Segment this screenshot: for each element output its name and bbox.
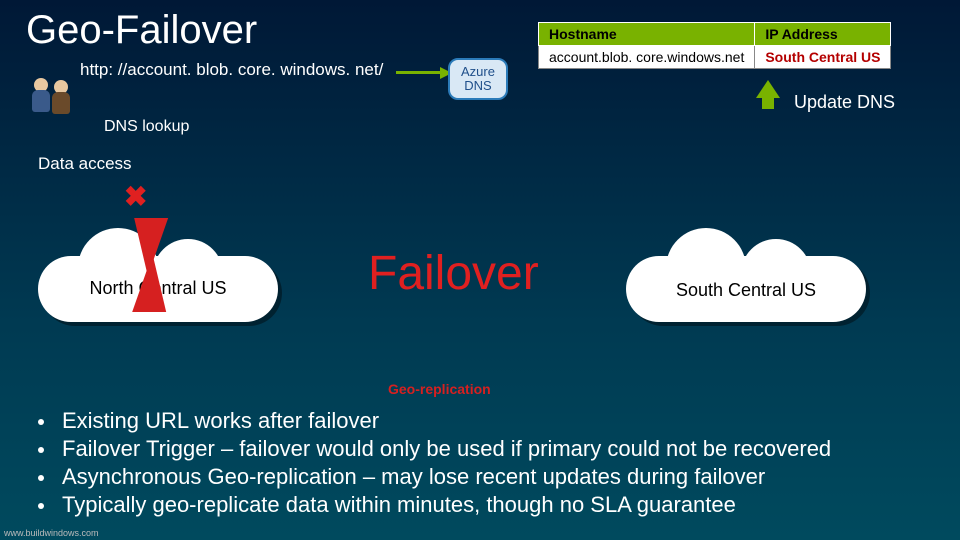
cloud-south: South Central US — [626, 228, 866, 328]
footer-url: www.buildwindows.com — [4, 528, 99, 538]
list-item: Typically geo-replicate data within minu… — [32, 492, 952, 518]
dns-lookup-label: DNS lookup — [104, 118, 189, 136]
arrow-url-to-dns — [396, 71, 442, 74]
geo-replication-label: Geo-replication — [388, 381, 491, 397]
update-arrow-icon — [756, 80, 780, 98]
ip-header: IP Address — [755, 23, 891, 46]
bullet-list: Existing URL works after failover Failov… — [32, 408, 952, 520]
azure-dns-box: Azure DNS — [448, 58, 508, 100]
cloud-south-label: South Central US — [626, 280, 866, 301]
update-dns-label: Update DNS — [794, 92, 895, 113]
failure-x-icon: ✖ — [124, 180, 147, 213]
lightning-bolt-icon — [122, 218, 168, 276]
slide-title: Geo-Failover — [26, 8, 257, 53]
data-access-label: Data access — [38, 154, 132, 174]
table-row: Hostname IP Address — [539, 23, 891, 46]
azure-dns-line2: DNS — [450, 79, 506, 93]
azure-dns-line1: Azure — [450, 65, 506, 79]
table-row: account.blob. core.windows.net South Cen… — [539, 46, 891, 69]
dns-table: Hostname IP Address account.blob. core.w… — [538, 22, 891, 69]
hostname-header: Hostname — [539, 23, 755, 46]
hostname-cell: account.blob. core.windows.net — [539, 46, 755, 69]
failover-label: Failover — [368, 246, 539, 301]
users-icon — [30, 76, 72, 118]
list-item: Failover Trigger – failover would only b… — [32, 436, 952, 462]
ip-cell: South Central US — [755, 46, 891, 69]
list-item: Asynchronous Geo-replication – may lose … — [32, 464, 952, 490]
url-label: http: //account. blob. core. windows. ne… — [80, 60, 383, 80]
list-item: Existing URL works after failover — [32, 408, 952, 434]
